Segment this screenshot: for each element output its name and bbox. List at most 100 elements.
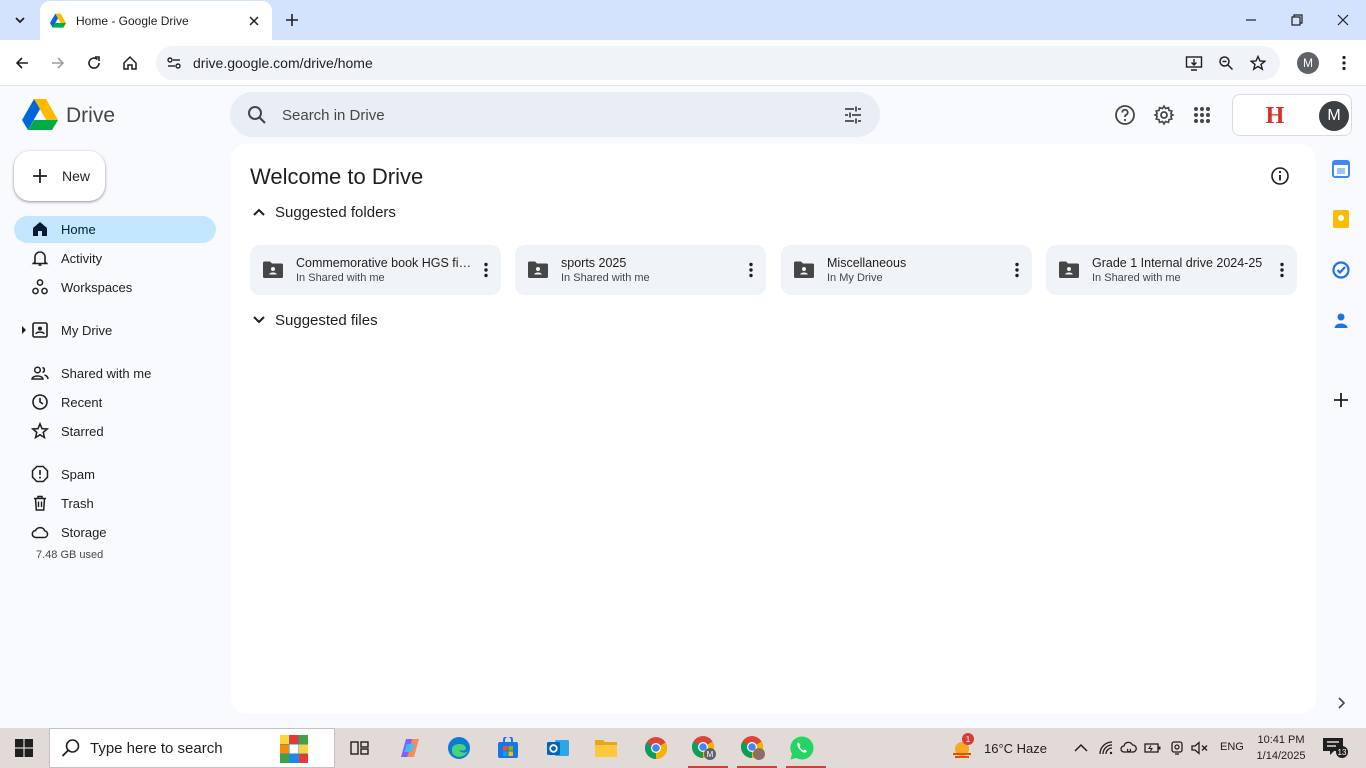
- whatsapp-taskbar-app[interactable]: [782, 732, 826, 768]
- weather-icon: 1: [950, 733, 976, 761]
- home-icon: [33, 222, 47, 236]
- account-switcher[interactable]: H M: [1232, 94, 1352, 136]
- sidebar-item-recent[interactable]: Recent: [14, 389, 216, 416]
- tab-search-button[interactable]: [6, 6, 34, 34]
- new-button[interactable]: New: [14, 151, 105, 201]
- meet-tray-icon[interactable]: [1167, 738, 1187, 758]
- folder-location: In Shared with me: [561, 272, 650, 284]
- more-vert-icon[interactable]: [1007, 260, 1027, 280]
- drive-logo-icon[interactable]: [22, 99, 58, 131]
- sidebar-item-home[interactable]: Home: [14, 216, 216, 243]
- task-view-button[interactable]: [340, 732, 380, 764]
- install-app-icon[interactable]: [1184, 53, 1204, 73]
- sidebar-item-label: My Drive: [61, 323, 113, 338]
- whatsapp-icon: [790, 736, 814, 760]
- sidebar-item-workspaces[interactable]: Workspaces: [14, 274, 216, 301]
- search-options-icon[interactable]: [842, 104, 864, 126]
- start-button[interactable]: [0, 728, 48, 768]
- folder-card[interactable]: Miscellaneous In My Drive: [781, 245, 1032, 295]
- drive-app-name[interactable]: Drive: [66, 104, 115, 128]
- keep-app-icon[interactable]: [1331, 209, 1351, 229]
- browser-menu-button[interactable]: [1328, 47, 1360, 79]
- sidebar-item-starred[interactable]: Starred: [14, 418, 216, 445]
- account-avatar[interactable]: M: [1319, 101, 1349, 131]
- hide-side-panel-button[interactable]: [1331, 693, 1351, 713]
- my-drive-icon: [32, 322, 48, 338]
- weather-text: 16°C Haze: [984, 740, 1048, 756]
- help-button[interactable]: [1113, 103, 1137, 127]
- tasks-app-icon[interactable]: [1331, 260, 1351, 280]
- file-explorer-taskbar-app[interactable]: [586, 732, 626, 764]
- sidebar-item-shared-with-me[interactable]: Shared with me: [14, 360, 216, 387]
- chrome-profile-photo-taskbar-app[interactable]: [733, 732, 777, 768]
- drive-search-bar[interactable]: [230, 92, 880, 137]
- copilot-taskbar-app[interactable]: [390, 732, 430, 764]
- sidebar-item-label: Activity: [61, 251, 103, 266]
- chrome-profile-m-taskbar-app[interactable]: M: [684, 732, 728, 768]
- browser-profile-avatar[interactable]: M: [1297, 52, 1319, 74]
- reload-button[interactable]: [78, 47, 110, 79]
- suggested-files-heading: Suggested files: [275, 311, 378, 329]
- sidebar-item-trash[interactable]: Trash: [14, 490, 216, 517]
- wifi-tray-icon[interactable]: [1096, 738, 1116, 758]
- organization-logo: H: [1265, 102, 1285, 129]
- more-vert-icon[interactable]: [1272, 260, 1292, 280]
- tab-close-icon[interactable]: [246, 13, 262, 29]
- home-outline-icon: [123, 55, 137, 70]
- edge-taskbar-app[interactable]: [439, 732, 479, 764]
- input-language[interactable]: ENG: [1220, 741, 1244, 753]
- sidebar-item-storage[interactable]: Storage: [14, 519, 216, 546]
- home-button[interactable]: [114, 47, 146, 79]
- info-icon[interactable]: [1269, 165, 1291, 187]
- close-window-button[interactable]: [1320, 0, 1366, 40]
- address-url: drive.google.com/drive/home: [193, 55, 373, 71]
- drive-search-input[interactable]: [282, 102, 822, 128]
- suggested-folders-toggle[interactable]: Suggested folders: [249, 202, 396, 222]
- show-hidden-icons-button[interactable]: [1071, 738, 1091, 758]
- folder-name: Miscellaneous: [827, 256, 907, 270]
- folder-card[interactable]: Commemorative book HGS fin... In Shared …: [250, 245, 501, 295]
- folder-card[interactable]: sports 2025 In Shared with me: [515, 245, 766, 295]
- new-tab-button[interactable]: [280, 8, 304, 32]
- restore-button[interactable]: [1274, 0, 1320, 40]
- notification-center-button[interactable]: 13: [1322, 736, 1348, 760]
- windows-taskbar: M 1 16°C Haze ENG 10:41 PM 1/14/2025 13: [0, 728, 1366, 768]
- google-apps-button[interactable]: [1190, 103, 1214, 127]
- tab-title: Home - Google Drive: [76, 13, 189, 28]
- back-button[interactable]: [6, 47, 38, 79]
- reload-icon: [88, 56, 100, 69]
- sidebar-item-spam[interactable]: Spam: [14, 461, 216, 488]
- taskbar-clock[interactable]: 10:41 PM 1/14/2025: [1252, 732, 1310, 764]
- sidebar-item-my-drive[interactable]: My Drive: [14, 317, 216, 344]
- calendar-app-icon[interactable]: [1331, 159, 1351, 179]
- more-vert-icon[interactable]: [476, 260, 496, 280]
- forward-button[interactable]: [42, 47, 74, 79]
- folder-card[interactable]: Grade 1 Internal drive 2024-25 In Shared…: [1046, 245, 1297, 295]
- contacts-app-icon[interactable]: [1331, 310, 1351, 330]
- search-highlight-cube-icon[interactable]: [228, 731, 328, 765]
- outlook-taskbar-app[interactable]: [538, 732, 578, 764]
- get-add-ons-button[interactable]: [1331, 390, 1351, 410]
- browser-tab-drive[interactable]: Home - Google Drive: [40, 1, 272, 40]
- more-vert-icon[interactable]: [741, 260, 761, 280]
- weather-widget[interactable]: 1 16°C Haze: [950, 728, 1047, 768]
- battery-tray-icon[interactable]: [1143, 738, 1163, 758]
- search-icon[interactable]: [246, 104, 268, 126]
- network-sync-tray-icon[interactable]: [1119, 738, 1139, 758]
- sidebar-item-activity[interactable]: Activity: [14, 245, 216, 272]
- chrome-taskbar-app[interactable]: [636, 732, 676, 764]
- store-taskbar-app[interactable]: [488, 732, 528, 764]
- store-icon: [498, 737, 518, 758]
- suggested-files-toggle[interactable]: Suggested files: [249, 310, 378, 330]
- bookmark-star-icon[interactable]: [1248, 53, 1268, 73]
- zoom-icon[interactable]: [1216, 53, 1236, 73]
- bell-icon: [31, 251, 49, 266]
- volume-muted-tray-icon[interactable]: [1190, 738, 1210, 758]
- address-bar[interactable]: drive.google.com/drive/home: [156, 46, 1280, 80]
- sidebar-item-label: Trash: [61, 496, 94, 511]
- expand-caret-icon[interactable]: [20, 325, 28, 335]
- settings-button[interactable]: [1152, 103, 1176, 127]
- site-settings-icon[interactable]: [164, 53, 184, 73]
- folder-name: sports 2025: [561, 256, 627, 270]
- minimize-button[interactable]: [1228, 0, 1274, 40]
